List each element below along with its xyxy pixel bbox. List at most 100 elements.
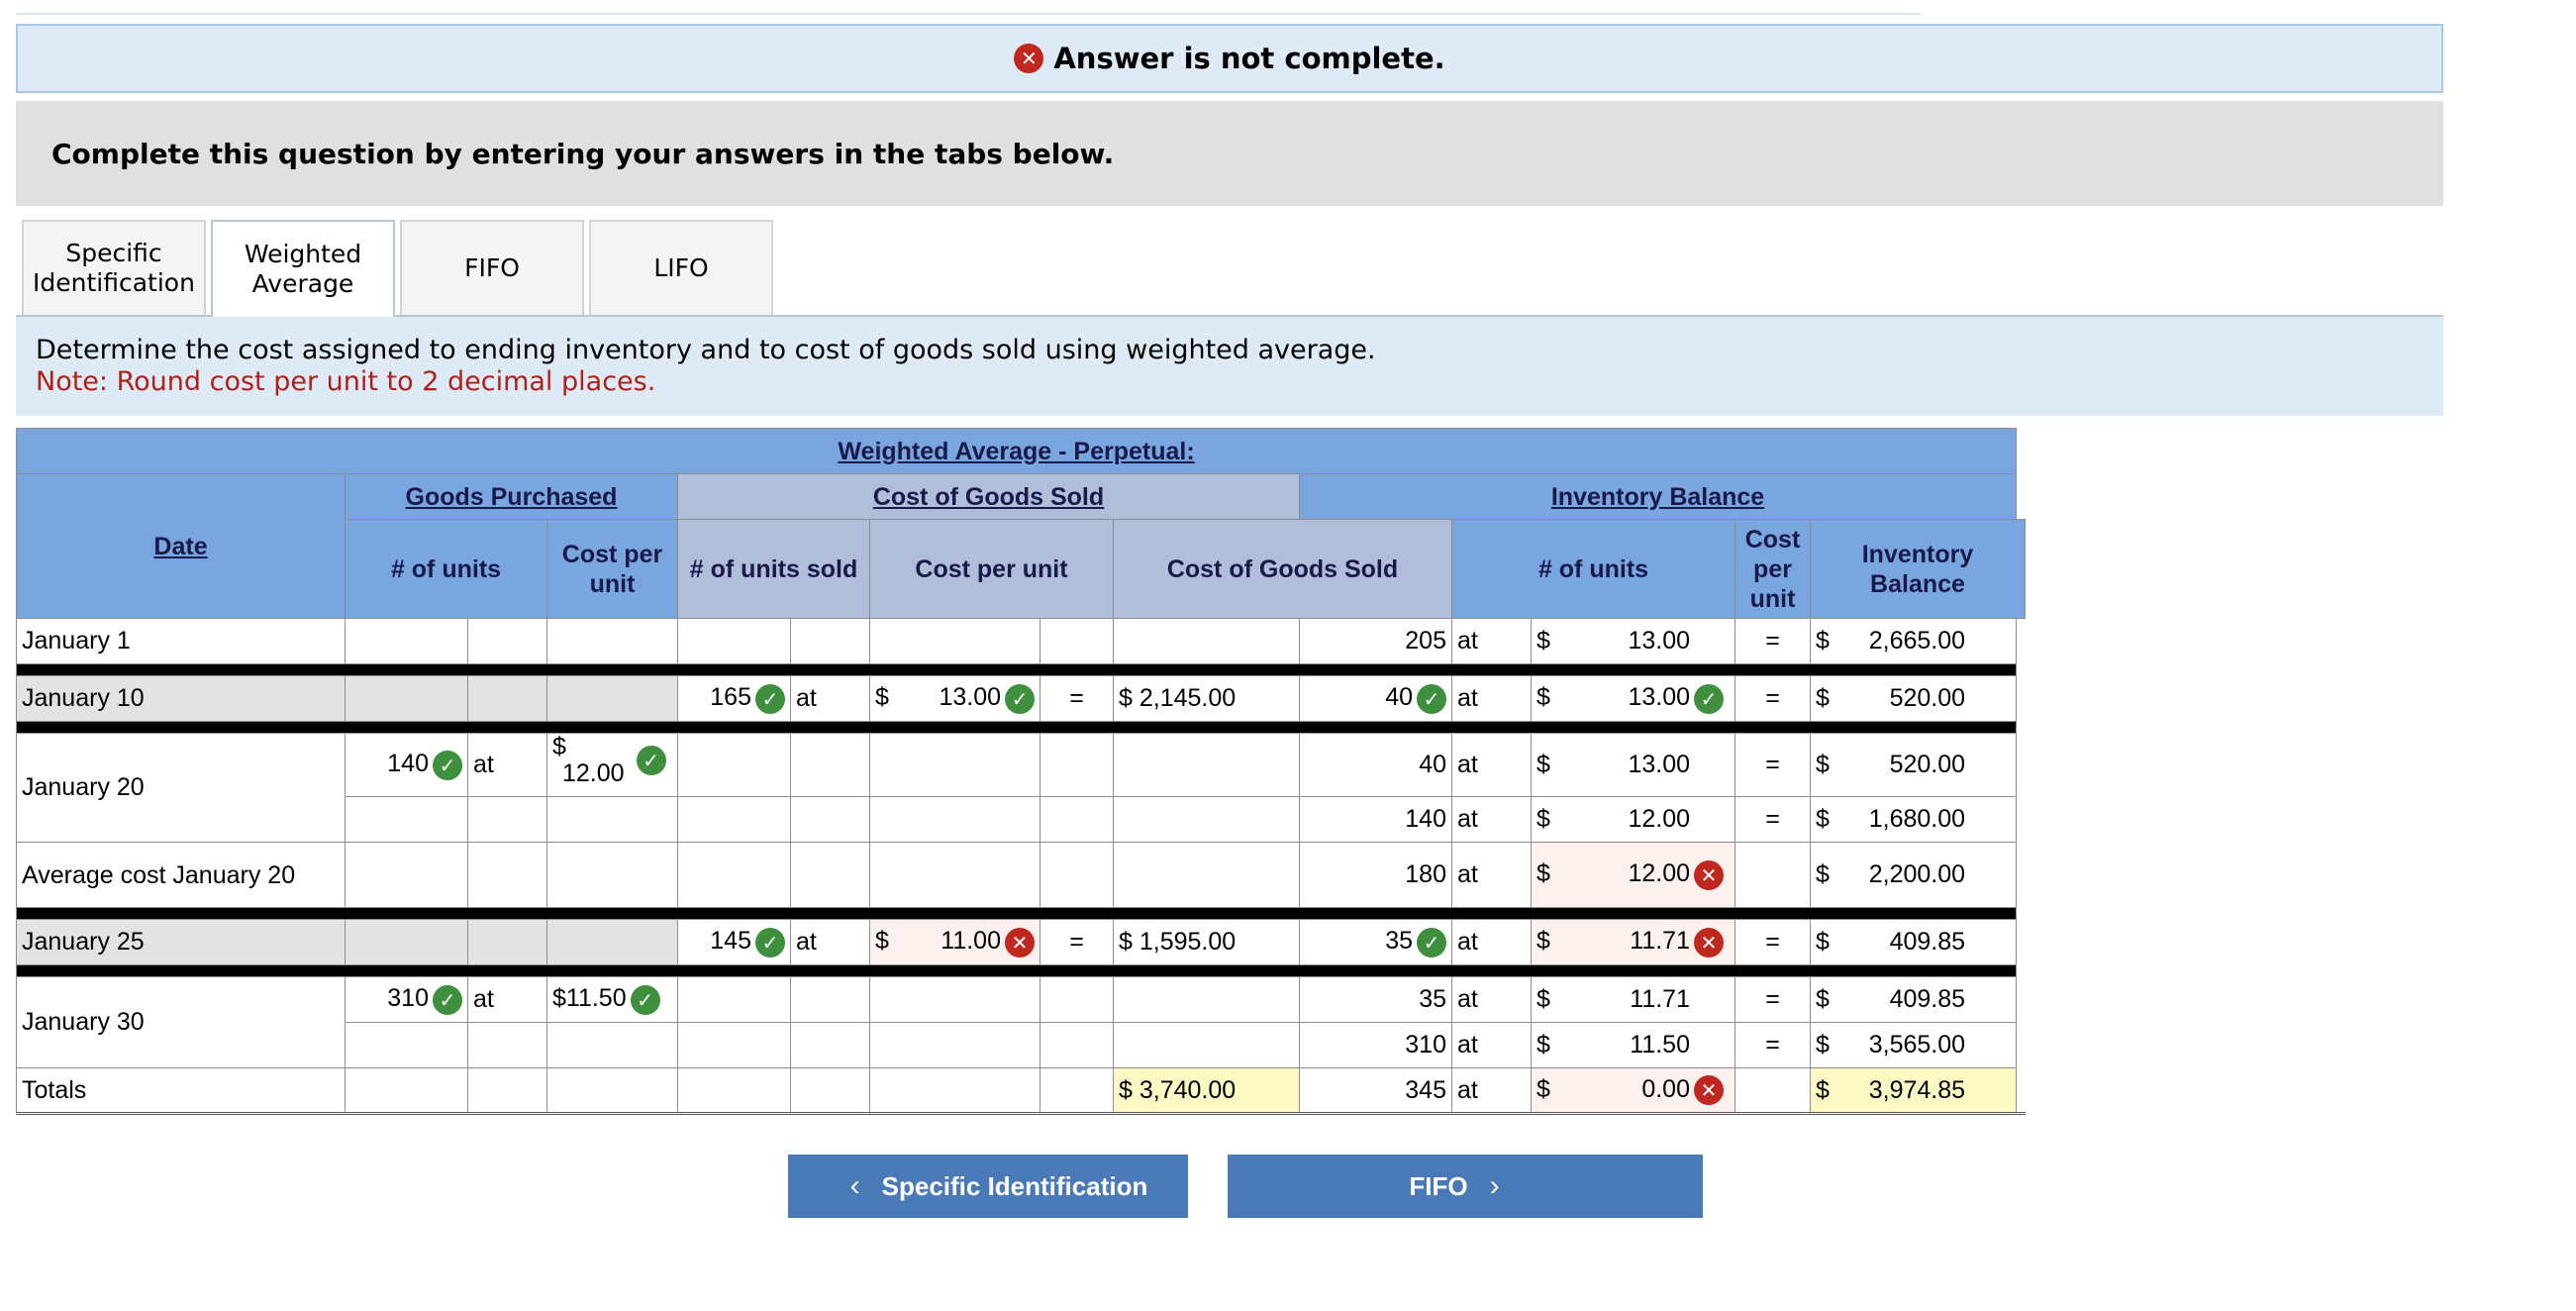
input-inventory-units[interactable]: 180: [1299, 842, 1452, 908]
header-purchased-units: # of units: [345, 519, 547, 619]
input-purchase-cost[interactable]: $12.00 ✓: [546, 733, 678, 797]
input-purchase-units[interactable]: [345, 1022, 468, 1068]
row-date: January 30: [16, 976, 346, 1068]
check-icon: ✓: [755, 927, 785, 958]
next-tab-button[interactable]: FIFO ›: [1228, 1155, 1703, 1218]
input-purchase-cost[interactable]: [546, 1022, 678, 1068]
cell-at: at: [1451, 919, 1532, 965]
row-date: January 25: [16, 919, 346, 965]
input-inventory-units[interactable]: 40 ✓: [1299, 675, 1452, 722]
input-sold-cost[interactable]: $13.00 ✓: [869, 675, 1040, 722]
input-inventory-units[interactable]: 40: [1299, 733, 1452, 797]
input-purchase-cost[interactable]: [546, 796, 678, 843]
cell-at: at: [1451, 1022, 1532, 1068]
row-date: Average cost January 20: [16, 842, 346, 908]
input-purchase-units[interactable]: [345, 919, 468, 965]
table-row-jan20: January 20 140 ✓ at $12.00 ✓ 40 at $13.00 …: [16, 733, 2026, 843]
row-date: January 1: [16, 618, 346, 664]
cell-at: at: [790, 675, 870, 722]
input-cogs[interactable]: [1113, 618, 1300, 664]
table-row-average-jan20: Average cost January 20 180 at $12.00 ✕ $…: [16, 842, 2026, 908]
cell-eq: [1040, 618, 1114, 664]
input-sold-cost[interactable]: [869, 618, 1040, 664]
input-inventory-balance[interactable]: $409.85: [1809, 919, 2018, 965]
input-sold-cost[interactable]: $11.00 ✕: [869, 919, 1040, 965]
cell-at: at: [1451, 733, 1532, 797]
input-units-sold[interactable]: [677, 618, 791, 664]
input-inventory-balance[interactable]: $2,200.00: [1809, 842, 2018, 908]
input-inventory-units[interactable]: 205: [1299, 618, 1452, 664]
cell-eq: =: [1734, 976, 1811, 1023]
input-inventory-units[interactable]: 345: [1299, 1067, 1452, 1114]
input-inventory-units[interactable]: 35 ✓: [1299, 919, 1452, 965]
input-units-sold[interactable]: 165 ✓: [677, 675, 791, 722]
input-inventory-units[interactable]: 140: [1299, 796, 1452, 843]
table-row-jan30: January 30 310 ✓ at $11.50 ✓ 35 at $11.71 …: [16, 976, 2026, 1068]
input-cogs-total[interactable]: $ 3,740.00: [1113, 1067, 1300, 1114]
input-purchase-units[interactable]: [345, 618, 468, 664]
input-purchase-cost[interactable]: $11.50 ✓: [546, 976, 678, 1023]
next-button-label: FIFO: [1409, 1170, 1468, 1201]
tab-lifo[interactable]: LIFO: [589, 220, 773, 315]
row-date: January 10: [16, 675, 346, 722]
tab-specific-identification[interactable]: Specific Identification: [22, 220, 206, 315]
input-cogs[interactable]: $ 1,595.00: [1113, 919, 1300, 965]
input-inventory-cost[interactable]: $12.00 ✕: [1531, 842, 1735, 908]
input-inventory-balance[interactable]: $520.00: [1809, 733, 2018, 797]
cell-at: at: [1451, 796, 1532, 843]
tab-weighted-average[interactable]: Weighted Average: [211, 220, 395, 317]
input-purchase-cost[interactable]: [546, 675, 678, 722]
input-cogs[interactable]: $ 2,145.00: [1113, 675, 1300, 722]
cell-at: [467, 618, 547, 664]
error-icon: ✕: [1014, 44, 1044, 73]
tab-label: Weighted Average: [244, 240, 362, 298]
input-purchase-units[interactable]: [345, 796, 468, 843]
check-icon: ✓: [433, 984, 462, 1015]
input-inventory-balance[interactable]: $1,680.00: [1809, 796, 2018, 843]
cell-at: at: [467, 733, 547, 797]
input-inventory-balance[interactable]: $3,565.00: [1809, 1022, 2018, 1068]
incorrect-icon: ✕: [1694, 859, 1724, 890]
check-icon: ✓: [1694, 683, 1724, 714]
input-inventory-cost[interactable]: $11.71 ✕: [1531, 919, 1735, 965]
input-inventory-balance-total[interactable]: $3,974.85: [1809, 1067, 2018, 1114]
input-purchase-units[interactable]: 140 ✓: [345, 733, 468, 797]
input-inventory-units[interactable]: 310: [1299, 1022, 1452, 1068]
input-purchase-units[interactable]: 310 ✓: [345, 976, 468, 1023]
input-inventory-cost[interactable]: $11.50: [1531, 1022, 1735, 1068]
header-cost-of-goods-sold: Cost of Goods Sold: [1113, 519, 1452, 619]
check-icon: ✓: [755, 683, 785, 714]
header-inventory-units: # of units: [1451, 519, 1735, 619]
input-units-sold[interactable]: 145 ✓: [677, 919, 791, 965]
answer-status-text: Answer is not complete.: [1053, 42, 1445, 75]
input-inventory-cost[interactable]: $0.00 ✕: [1531, 1067, 1735, 1114]
cell-at: at: [1451, 1067, 1532, 1114]
incorrect-icon: ✕: [1694, 1075, 1724, 1106]
table-row-jan10: January 10 165 ✓ at $13.00 ✓ = $ 2,145.00 …: [16, 675, 2026, 722]
input-inventory-cost[interactable]: $13.00: [1531, 618, 1735, 664]
input-inventory-cost[interactable]: $12.00: [1531, 796, 1735, 843]
cell-eq: =: [1734, 1022, 1811, 1068]
input-inventory-balance[interactable]: $2,665.00: [1809, 618, 2018, 664]
input-inventory-cost[interactable]: $13.00: [1531, 733, 1735, 797]
table-row-jan25: January 25 145 ✓ at $11.00 ✕ = $ 1,595.00 …: [16, 919, 2026, 965]
cell-eq: =: [1734, 919, 1811, 965]
input-inventory-cost[interactable]: $11.71: [1531, 976, 1735, 1023]
cell-at: at: [1451, 675, 1532, 722]
input-inventory-units[interactable]: 35: [1299, 976, 1452, 1023]
tab-label: FIFO: [464, 253, 520, 282]
task-text: Determine the cost assigned to ending in…: [36, 335, 1376, 365]
tab-fifo[interactable]: FIFO: [400, 220, 584, 315]
prev-tab-button[interactable]: ‹ Specific Identification: [788, 1155, 1188, 1218]
input-purchase-units[interactable]: [345, 675, 468, 722]
header-units-sold: # of units sold: [677, 519, 870, 619]
input-purchase-cost[interactable]: [546, 618, 678, 664]
input-inventory-balance[interactable]: $520.00: [1809, 675, 2018, 722]
input-purchase-cost[interactable]: [546, 919, 678, 965]
check-icon: ✓: [1417, 927, 1446, 958]
input-inventory-cost[interactable]: $13.00 ✓: [1531, 675, 1735, 722]
table-title: Weighted Average - Perpetual:: [15, 428, 2018, 474]
input-inventory-balance[interactable]: $409.85: [1809, 976, 2018, 1023]
instruction-text: Complete this question by entering your …: [51, 137, 1115, 170]
tab-bar: Specific Identification Weighted Average…: [16, 220, 2443, 317]
